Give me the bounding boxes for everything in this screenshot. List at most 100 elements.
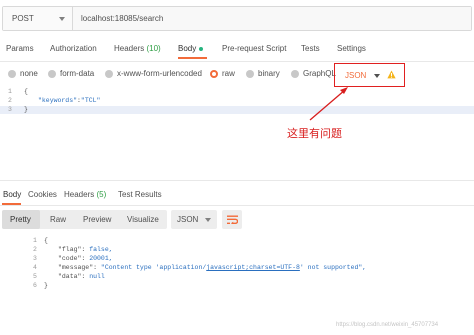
- tab-cookies[interactable]: Cookies: [28, 190, 57, 205]
- radio-label: form-data: [60, 69, 95, 78]
- tab-label: Authorization: [50, 44, 97, 53]
- json-key: "keywords": [38, 97, 78, 104]
- tab-body[interactable]: Body: [178, 44, 208, 59]
- line-number: 1: [8, 88, 12, 95]
- button-label: Raw: [50, 215, 67, 224]
- tab-authorization[interactable]: Authorization: [50, 44, 97, 59]
- tabs-divider: [0, 205, 474, 206]
- json-value: null: [89, 273, 105, 280]
- tab-response-headers[interactable]: Headers (5): [64, 190, 106, 205]
- radio-icon: [105, 69, 113, 78]
- line-number: 2: [8, 97, 12, 104]
- tab-headers[interactable]: Headers (10): [114, 44, 161, 59]
- code-line: {: [44, 237, 48, 244]
- radio-icon: [246, 69, 254, 78]
- code-line: "data": null: [58, 273, 105, 280]
- tab-label: Headers: [64, 190, 95, 199]
- json-value: "TCL": [80, 97, 101, 104]
- code-line: }: [44, 282, 48, 289]
- code-line: }: [24, 106, 28, 113]
- visualize-button[interactable]: Visualize: [119, 210, 167, 229]
- radio-icon: [291, 69, 299, 78]
- active-line-highlight: [0, 106, 474, 114]
- code-line: "flag": false,: [58, 246, 113, 253]
- highlight-box: [334, 63, 405, 87]
- radio-label: none: [20, 69, 38, 78]
- body-type-raw[interactable]: raw: [210, 69, 235, 78]
- watermark-text: https://blog.csdn.net/weixin_45707734: [336, 322, 439, 328]
- code-line: "message": "Content type 'application/ja…: [58, 264, 367, 271]
- body-active-dot-icon: [199, 46, 204, 51]
- tab-label: Tests: [301, 44, 320, 53]
- tab-response-body[interactable]: Body: [1, 190, 22, 205]
- tab-params[interactable]: Params: [6, 44, 34, 59]
- line-number: 4: [33, 264, 37, 271]
- radio-icon: [8, 69, 16, 78]
- tabs-divider: [0, 61, 474, 62]
- tab-pre-request-script[interactable]: Pre-request Script: [222, 44, 286, 59]
- http-method-select[interactable]: POST: [3, 7, 73, 30]
- tab-label: Pre-request Script: [222, 44, 287, 53]
- button-label: Pretty: [10, 215, 31, 224]
- code-line: "keywords":"TCL": [38, 97, 100, 104]
- tab-test-results[interactable]: Test Results: [118, 190, 162, 205]
- code-line: {: [24, 88, 28, 95]
- line-number: 3: [33, 255, 37, 262]
- tab-label: Body: [3, 190, 22, 199]
- request-body-editor[interactable]: 1 { 2 "keywords":"TCL" 3 }: [0, 87, 474, 115]
- line-number: 3: [8, 106, 12, 113]
- radio-selected-icon: [210, 69, 218, 78]
- preview-button[interactable]: Preview: [75, 210, 119, 229]
- json-key: "flag": [58, 246, 82, 253]
- json-key: "code": [58, 255, 82, 262]
- tab-label: Params: [6, 44, 34, 53]
- tab-count-badge: (10): [146, 44, 161, 53]
- response-format-select[interactable]: JSON: [171, 210, 217, 229]
- response-body-viewer[interactable]: 1 { 2 "flag": false, 3 "code": 20001, 4 …: [0, 235, 474, 295]
- code-line: "code": 20001,: [58, 255, 113, 262]
- radio-label: binary: [258, 69, 280, 78]
- wrap-lines-button[interactable]: [222, 210, 242, 229]
- tab-settings[interactable]: Settings: [337, 44, 366, 59]
- tab-label: Cookies: [28, 190, 57, 199]
- button-label: Visualize: [127, 215, 159, 224]
- line-number: 5: [33, 273, 37, 280]
- body-type-form-data[interactable]: form-data: [48, 69, 94, 78]
- response-view-toggle: Pretty Raw Preview Visualize: [2, 210, 167, 229]
- tab-tests[interactable]: Tests: [301, 44, 320, 59]
- line-number: 6: [33, 282, 37, 289]
- http-method-label: POST: [12, 14, 34, 23]
- body-type-none[interactable]: none: [8, 69, 38, 78]
- chevron-down-icon: [205, 217, 211, 222]
- response-format-label: JSON: [177, 215, 199, 224]
- pretty-button[interactable]: Pretty: [2, 210, 40, 229]
- chevron-down-icon: [59, 16, 65, 21]
- tab-label: Body: [178, 44, 197, 53]
- button-label: Preview: [83, 215, 112, 224]
- json-value: "Content type 'application/: [100, 264, 207, 271]
- tab-count-badge: (5): [96, 190, 107, 199]
- tab-label: Test Results: [118, 190, 162, 199]
- body-type-urlencoded[interactable]: x-www-form-urlencoded: [105, 69, 202, 78]
- url-input[interactable]: localhost:18085/search: [73, 7, 471, 30]
- json-value: false,: [89, 246, 113, 253]
- body-type-binary[interactable]: binary: [246, 69, 280, 78]
- request-url-bar: POST localhost:18085/search: [2, 6, 472, 31]
- tab-label: Settings: [337, 44, 366, 53]
- response-tabs: Body Cookies Headers (5) Test Results: [0, 190, 474, 206]
- annotation-text: 这里有问题: [287, 127, 342, 140]
- response-divider: [0, 180, 474, 181]
- json-value: 20001,: [89, 255, 113, 262]
- radio-label: GraphQL: [303, 69, 336, 78]
- json-key: "message": [58, 264, 94, 271]
- radio-label: x-www-form-urlencoded: [117, 69, 202, 78]
- raw-button[interactable]: Raw: [42, 210, 74, 229]
- body-type-graphql[interactable]: GraphQL: [291, 69, 336, 78]
- url-text: localhost:18085/search: [81, 14, 164, 23]
- json-value-link[interactable]: javascript;charset=UTF-8: [206, 264, 300, 271]
- json-value: ' not supported",: [299, 264, 367, 271]
- line-number: 1: [33, 237, 37, 244]
- json-key: "data": [58, 273, 82, 280]
- request-tabs: Params Authorization Headers (10) Body P…: [0, 44, 474, 62]
- radio-label: raw: [222, 69, 235, 78]
